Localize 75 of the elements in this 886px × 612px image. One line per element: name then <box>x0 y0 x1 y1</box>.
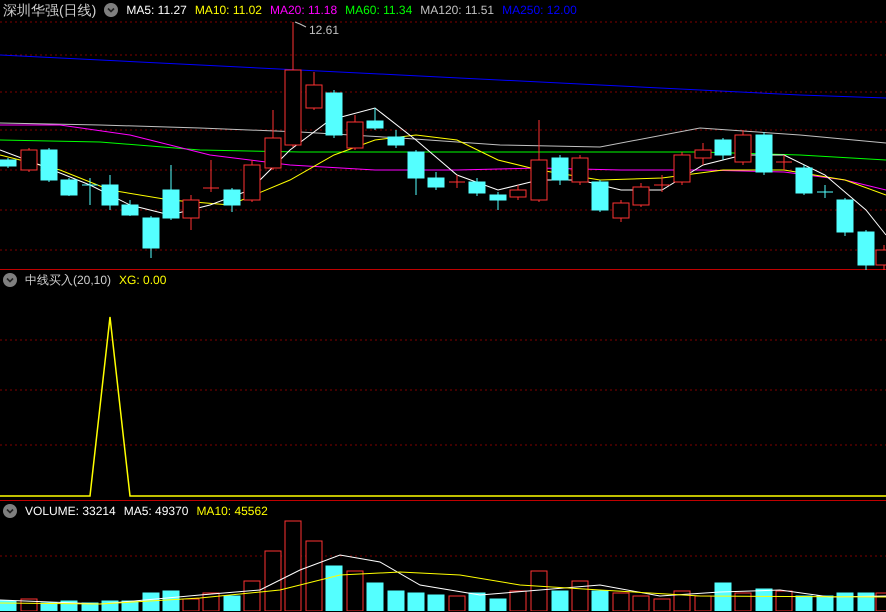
indicator-legend: MA10: 45562 <box>196 505 268 517</box>
candlestick <box>102 174 118 210</box>
candlestick <box>122 200 138 216</box>
candlestick <box>448 174 466 188</box>
volume-bar <box>756 588 772 611</box>
indicator-legend: MA5: 11.27 <box>126 4 187 16</box>
volume-bar <box>552 590 568 611</box>
candlestick <box>366 108 384 130</box>
chevron-down-icon[interactable] <box>3 504 17 518</box>
volume-bar <box>326 566 342 611</box>
volume-bar <box>224 596 240 611</box>
candlestick <box>60 178 78 196</box>
volume-bar <box>0 600 16 611</box>
candlestick <box>572 154 588 186</box>
stock-title: 深圳华强(日线) <box>3 3 96 17</box>
volume-bar <box>388 590 404 611</box>
candlestick <box>182 194 200 230</box>
volume-bar <box>408 592 424 611</box>
volume-bar <box>714 582 732 611</box>
volume-bar <box>162 590 180 611</box>
volume-bar <box>796 596 812 611</box>
candlestick <box>674 152 690 186</box>
candlestick <box>714 138 732 160</box>
candlestick <box>40 148 58 182</box>
chevron-down-icon[interactable] <box>3 273 17 287</box>
candlestick <box>632 182 650 208</box>
indicator-legend: VOLUME: 33214 <box>25 505 116 517</box>
volume-bar <box>490 598 506 611</box>
candlestick <box>20 148 38 172</box>
candlestick <box>346 114 364 150</box>
leader-line <box>294 22 306 28</box>
candlestick <box>654 174 670 192</box>
indicator-legend: MA10: 11.02 <box>194 4 262 16</box>
volume-bar <box>816 596 834 611</box>
indicator-legend: MA20: 11.18 <box>270 4 338 16</box>
chevron-down-icon[interactable] <box>104 3 118 17</box>
candlestick <box>756 132 772 176</box>
candlestick <box>776 154 792 170</box>
candlestick <box>388 130 404 148</box>
candlestick <box>202 160 220 192</box>
candlestick <box>796 164 812 196</box>
candlestick <box>468 178 486 196</box>
candlestick <box>490 192 506 210</box>
volume-bar <box>468 592 486 611</box>
high-price-label: 12.61 <box>309 22 340 39</box>
volume-bar <box>142 592 160 611</box>
indicator-legend: MA250: 12.00 <box>502 4 577 16</box>
indicator-legend: MA60: 11.34 <box>345 4 412 16</box>
candlestick <box>264 110 282 170</box>
candlestick <box>326 90 342 138</box>
volume-bar <box>592 590 608 611</box>
candlestick <box>142 216 160 258</box>
volume-bar <box>366 582 384 611</box>
candlestick <box>306 72 322 110</box>
candlestick <box>836 198 854 236</box>
candlestick <box>428 172 444 190</box>
candlestick <box>694 142 712 166</box>
candlestick <box>162 164 180 220</box>
volume-bar <box>428 594 444 611</box>
candlestick <box>244 160 260 202</box>
candlestick <box>408 150 424 196</box>
candlestick <box>224 188 240 212</box>
candlestick <box>552 154 568 186</box>
indicator-legend: XG: 0.00 <box>119 274 166 286</box>
volume-bar <box>836 592 854 611</box>
candlestick <box>612 200 630 222</box>
candlestick <box>510 184 526 200</box>
candlestick <box>592 180 608 212</box>
indicator-legend: MA5: 49370 <box>124 505 188 517</box>
candlestick <box>734 130 752 166</box>
candlestick <box>816 184 834 198</box>
indicator-legend: MA120: 11.51 <box>420 4 494 16</box>
candlestick <box>82 178 98 206</box>
candlestick <box>0 158 16 168</box>
indicator-title: 中线买入(20,10) <box>25 274 112 286</box>
